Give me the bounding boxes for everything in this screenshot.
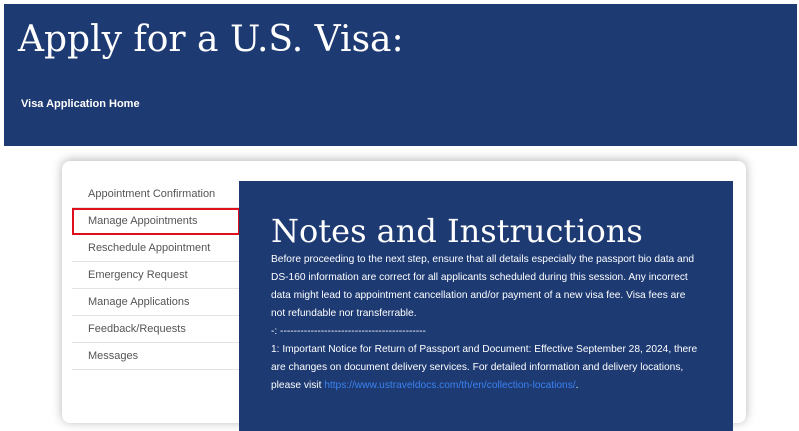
main-card: Appointment Confirmation Manage Appointm… — [62, 161, 746, 431]
sidebar-item-appointment-confirmation[interactable]: Appointment Confirmation — [72, 181, 240, 208]
notes-body: Before proceeding to the next step, ensu… — [271, 251, 701, 395]
notes-panel: Notes and Instructions Before proceeding… — [239, 181, 733, 431]
sidebar-item-emergency-request[interactable]: Emergency Request — [72, 262, 240, 289]
notes-intro: Before proceeding to the next step, ensu… — [271, 254, 695, 319]
site-banner: Apply for a U.S. Visa: Visa Application … — [4, 4, 797, 146]
sidebar-item-manage-appointments[interactable]: Manage Appointments — [72, 208, 240, 235]
page-title: Apply for a U.S. Visa: — [18, 19, 404, 60]
notice-paragraph: 1: Important Notice for Return of Passpo… — [271, 341, 701, 395]
notes-heading: Notes and Instructions — [271, 212, 643, 250]
notice-end: . — [575, 380, 579, 391]
sidebar-item-feedback-requests[interactable]: Feedback/Requests — [72, 316, 240, 343]
collection-locations-link[interactable]: https://www.ustraveldocs.com/th/en/colle… — [324, 380, 575, 391]
sidebar-item-reschedule-appointment[interactable]: Reschedule Appointment — [72, 235, 240, 262]
visa-application-home-link[interactable]: Visa Application Home — [21, 98, 140, 110]
sidebar-menu: Appointment Confirmation Manage Appointm… — [72, 181, 240, 370]
sidebar-item-manage-applications[interactable]: Manage Applications — [72, 289, 240, 316]
sidebar-item-messages[interactable]: Messages — [72, 343, 240, 370]
notes-separator: -: -------------------------------------… — [271, 326, 426, 337]
